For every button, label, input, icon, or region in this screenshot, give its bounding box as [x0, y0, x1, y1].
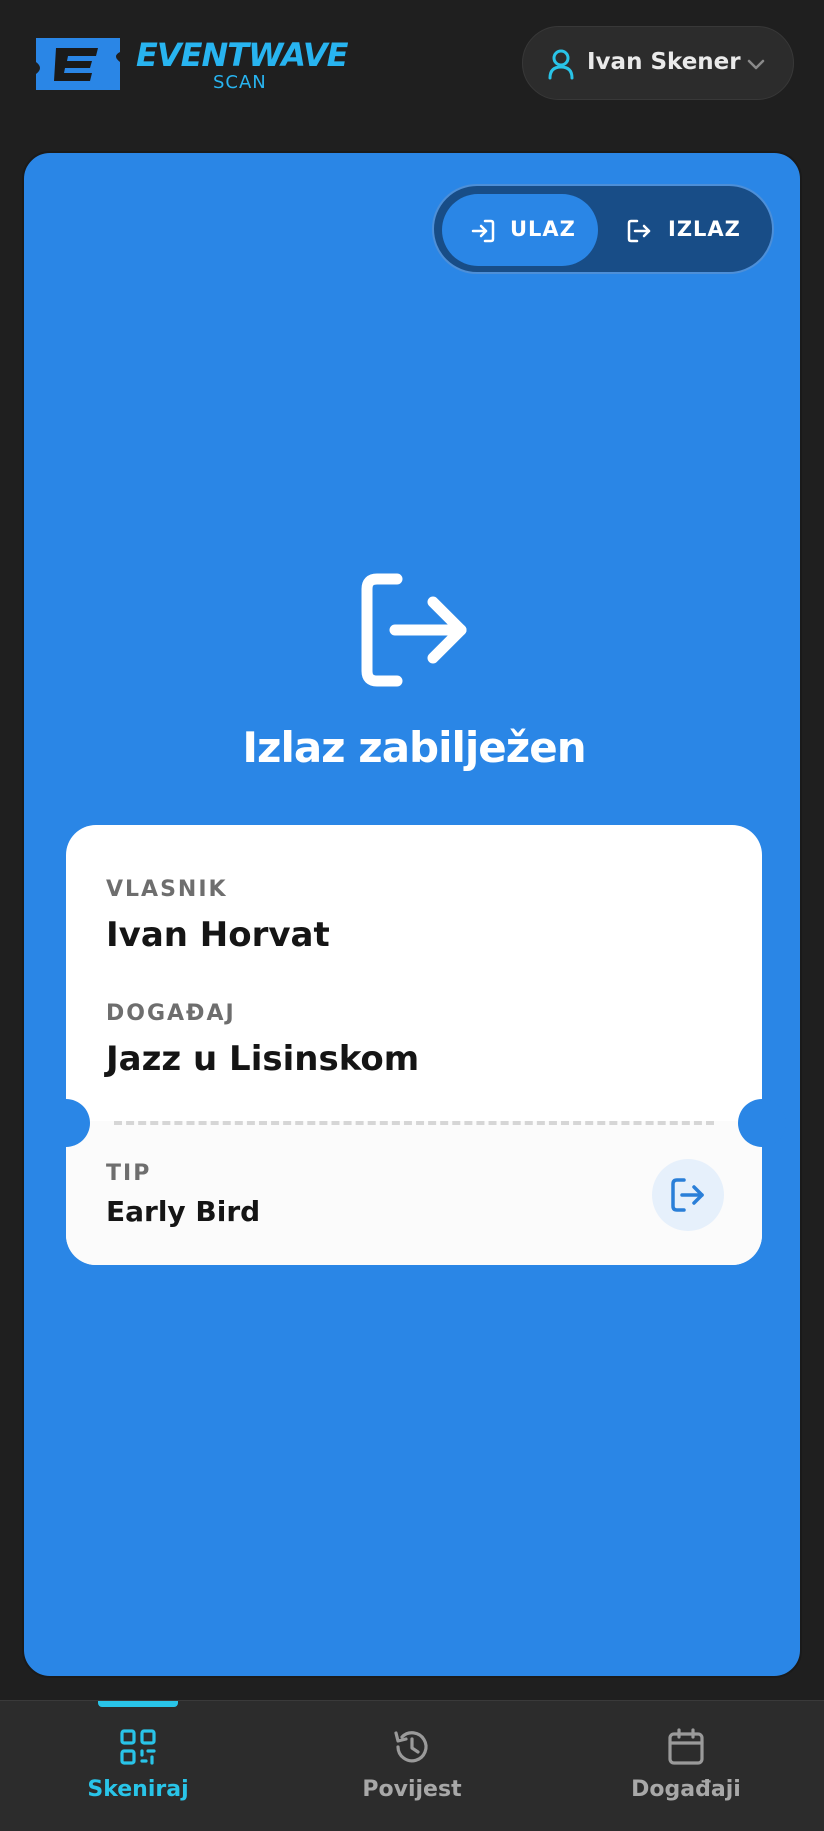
ticket-notch-right: [738, 1099, 786, 1147]
logout-icon: [671, 1178, 704, 1212]
event-label: DOGAĐAJ: [106, 1001, 236, 1026]
event-value: Jazz u Lisinskom: [106, 1039, 420, 1079]
nav-scan[interactable]: Skeniraj: [38, 1723, 238, 1823]
ticket-notch-left: [42, 1099, 90, 1147]
direction-toggle: ULAZ IZLAZ: [432, 184, 774, 274]
chevron-down-icon: [747, 59, 765, 70]
nav-events[interactable]: Događaji: [586, 1723, 786, 1823]
type-value: Early Bird: [106, 1195, 261, 1228]
history-icon: [394, 1731, 428, 1763]
toggle-exit-button[interactable]: IZLAZ: [606, 194, 764, 266]
ticket-details: VLASNIK Ivan Horvat DOGAĐAJ Jazz u Lisin…: [42, 825, 786, 1265]
nav-history[interactable]: Povijest: [312, 1723, 512, 1823]
owner-label: VLASNIK: [106, 877, 228, 902]
toggle-entry-button[interactable]: ULAZ: [442, 194, 598, 266]
owner-value: Ivan Horvat: [106, 915, 330, 955]
calendar-icon: [668, 1728, 704, 1765]
logout-icon: [627, 219, 651, 243]
qr-code-icon: [120, 1729, 156, 1765]
user-icon: [548, 49, 574, 80]
user-name: Ivan Skener: [587, 49, 741, 75]
nav-history-label: Povijest: [362, 1777, 462, 1802]
app-logo: EVENTWAVE SCAN: [30, 34, 350, 96]
user-menu-button[interactable]: Ivan Skener: [522, 26, 794, 100]
logout-icon: [361, 573, 467, 687]
nav-events-label: Događaji: [631, 1777, 741, 1802]
ticket-action-button[interactable]: [652, 1159, 724, 1231]
scan-result-card: ULAZ IZLAZ Izlaz zabilježen VLASNIK Ivan…: [22, 151, 802, 1678]
type-label: TIP: [106, 1161, 152, 1186]
bottom-navigation: Skeniraj Povijest Događaji: [0, 1700, 824, 1831]
brand-name: EVENTWAVE: [136, 36, 348, 74]
ticket-logo-icon: [36, 38, 120, 90]
login-icon: [471, 219, 495, 243]
ticket-perforation: [114, 1121, 714, 1125]
active-tab-indicator: [98, 1701, 178, 1707]
result-title: Izlaz zabilježen: [242, 723, 586, 772]
app-header: EVENTWAVE SCAN Ivan Skener: [0, 0, 824, 130]
toggle-exit-label: IZLAZ: [668, 217, 741, 241]
toggle-entry-label: ULAZ: [510, 217, 576, 241]
nav-scan-label: Skeniraj: [87, 1777, 189, 1802]
brand-sub: SCAN: [213, 72, 267, 93]
